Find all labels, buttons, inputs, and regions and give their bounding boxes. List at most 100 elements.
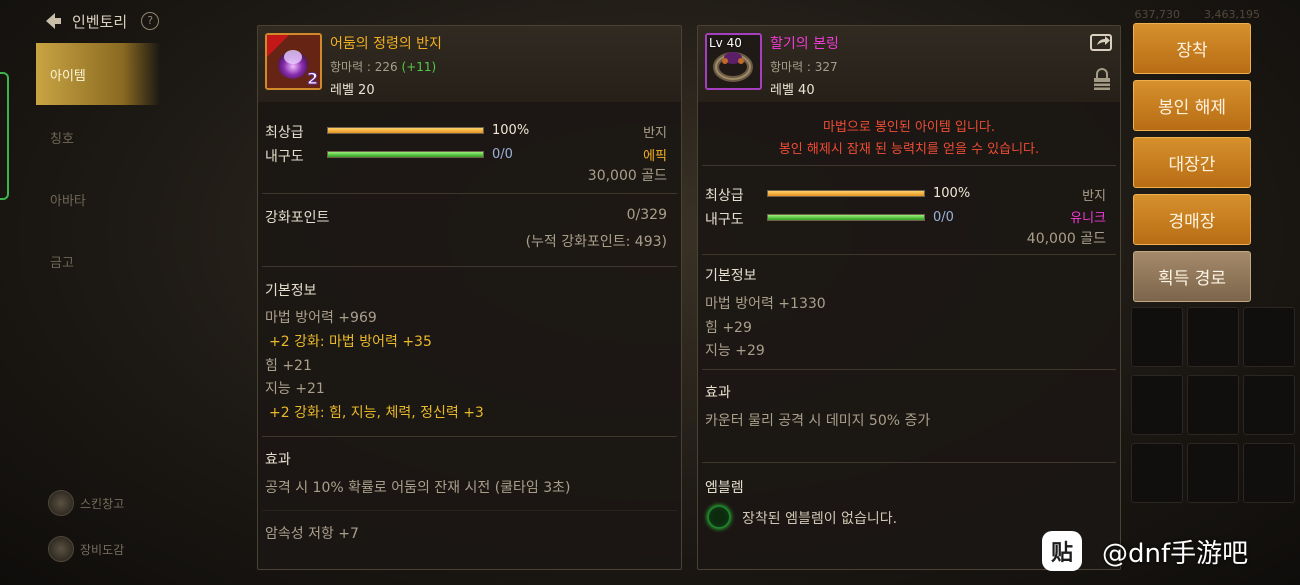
magic-resist-stat: 항마력 : 226 (+11): [330, 58, 436, 75]
item-rarity: 유니크: [1070, 211, 1106, 226]
basic-line: 힘 +29: [705, 320, 752, 336]
durability-bar: [327, 151, 484, 158]
durability-bar-fill: [768, 215, 924, 220]
back-arrow-icon[interactable]: [40, 9, 64, 33]
tab-titles[interactable]: 칭호: [36, 106, 160, 168]
tieba-logo-icon: 贴: [1042, 531, 1082, 571]
magic-resist-value: 항마력 : 226: [330, 60, 398, 74]
effect-title: 효과: [265, 452, 291, 468]
equipment-codex-icon: [48, 536, 74, 562]
inventory-slot[interactable]: [1131, 443, 1183, 503]
required-level: 레벨 20: [330, 83, 375, 98]
inventory-slot[interactable]: [1131, 307, 1183, 367]
enhance-value: 0/329: [626, 207, 667, 223]
emblem-empty-text: 장착된 엠블렘이 없습니다.: [742, 511, 898, 527]
inventory-slot[interactable]: [1187, 375, 1239, 435]
equipment-codex-label: 장비도감: [80, 542, 125, 557]
tab-avatar[interactable]: 아바타: [36, 168, 160, 230]
basic-line: 마법 방어력 +1330: [705, 296, 826, 312]
required-level: 레벨 40: [770, 83, 815, 98]
effect-text: 카운터 물리 공격 시 데미지 50% 증가: [705, 413, 931, 429]
grade-bar: [767, 190, 925, 197]
inventory-slot[interactable]: [1243, 375, 1295, 435]
basic-line: 마법 방어력 +969: [265, 310, 377, 326]
inventory-slot[interactable]: [1243, 443, 1295, 503]
skin-storage-icon: [48, 490, 74, 516]
enhance-label: 강화포인트: [265, 210, 330, 226]
grade-label: 최상급: [265, 125, 304, 141]
grade-label: 최상급: [705, 188, 744, 204]
durability-label: 내구도: [265, 149, 304, 165]
basic-line: 힘 +21: [265, 358, 312, 374]
compare-item-panel: 2 어둠의 정령의 반지 항마력 : 226 (+11) 레벨 20 최상급 1…: [257, 25, 682, 570]
divider: [702, 369, 1116, 370]
grade-bar-fill: [328, 128, 483, 133]
side-panel-handle[interactable]: [0, 72, 9, 200]
skin-storage-button[interactable]: 스킨창고: [48, 488, 124, 518]
inventory-topbar: 인벤토리 ?: [40, 6, 160, 36]
divider: [262, 436, 677, 437]
item-name: 어둠의 정령의 반지: [330, 36, 442, 52]
item-header: 2 어둠의 정령의 반지 항마력 : 226 (+11) 레벨 20: [258, 26, 681, 102]
emblem-slot-icon[interactable]: [707, 505, 731, 529]
basic-info-title: 기본정보: [265, 283, 317, 299]
item-header: Lv 40 할기의 본링 항마력 : 327 레벨 40: [698, 26, 1120, 102]
durability-label: 내구도: [705, 212, 744, 228]
selected-item-panel: Lv 40 할기의 본링 항마력 : 327 레벨 40 마법으로 봉인된 아이…: [697, 25, 1121, 570]
resist-text: 암속성 저항 +7: [265, 526, 359, 542]
durability-value: 0/0: [933, 210, 954, 225]
inventory-slot[interactable]: [1131, 375, 1183, 435]
unseal-button[interactable]: 봉인 해제: [1133, 80, 1251, 131]
tab-items[interactable]: 아이템: [36, 43, 160, 105]
enhance-total: (누적 강화포인트: 493): [525, 234, 667, 250]
durability-bar: [767, 214, 925, 221]
divider: [702, 165, 1116, 166]
divider: [702, 254, 1116, 255]
auction-house-button[interactable]: 경매장: [1133, 194, 1251, 245]
lock-icon[interactable]: [1092, 68, 1112, 92]
effect-text: 공격 시 10% 확률로 어둠의 잔재 시전 (쿨타임 3초): [265, 480, 571, 496]
durability-bar-fill: [328, 152, 483, 157]
divider: [262, 266, 677, 267]
divider: [262, 193, 677, 194]
acquisition-route-button[interactable]: 획득 경로: [1133, 251, 1251, 302]
equip-button[interactable]: 장착: [1133, 23, 1251, 74]
magic-resist-value: 항마력 : 327: [770, 60, 838, 74]
inventory-slot[interactable]: [1243, 307, 1295, 367]
item-name: 할기의 본링: [770, 36, 839, 52]
item-type: 반지: [643, 126, 667, 141]
grade-bar-fill: [768, 191, 924, 196]
item-rarity: 에픽: [643, 149, 667, 164]
grade-percent: 100%: [933, 186, 971, 201]
item-type: 반지: [1082, 189, 1106, 204]
effect-title: 효과: [705, 385, 731, 401]
ring-epic-icon: 2: [265, 33, 322, 90]
skin-storage-label: 스킨창고: [80, 496, 125, 511]
level-badge: Lv 40: [709, 36, 742, 50]
grade-bar: [327, 127, 484, 134]
magic-resist-bonus: (+11): [401, 60, 437, 74]
basic-info-title: 기본정보: [705, 268, 757, 284]
basic-line-enhance: +2 강화: 힘, 지능, 체력, 정신력 +3: [269, 405, 484, 421]
share-icon[interactable]: [1090, 33, 1112, 51]
item-price: 40,000 골드: [1026, 231, 1106, 247]
enhance-badge: 2: [307, 69, 318, 88]
tab-vault[interactable]: 금고: [36, 230, 160, 292]
sealed-notice-line1: 마법으로 봉인된 아이템 입니다.: [822, 120, 995, 135]
sealed-notice-line2: 봉인 해제시 잠재 된 능력치를 얻을 수 있습니다.: [778, 142, 1040, 157]
durability-value: 0/0: [492, 147, 513, 162]
inventory-slot[interactable]: [1187, 443, 1239, 503]
item-price: 30,000 골드: [587, 168, 667, 184]
watermark-text: @dnf手游吧: [1102, 539, 1249, 569]
inventory-slot[interactable]: [1187, 307, 1239, 367]
left-navigation: 인벤토리 ? 아이템 칭호 아바타 금고 스킨창고 장비도감: [0, 0, 255, 585]
help-icon[interactable]: ?: [141, 12, 160, 30]
basic-line: 지능 +21: [265, 381, 325, 397]
emblem-title: 엠블렘: [705, 480, 744, 496]
basic-line-enhance: +2 강화: 마법 방어력 +35: [269, 334, 432, 350]
blacksmith-button[interactable]: 대장간: [1133, 137, 1251, 188]
inventory-title: 인벤토리: [72, 12, 128, 31]
basic-line: 지능 +29: [705, 343, 765, 359]
equipment-codex-button[interactable]: 장비도감: [48, 534, 124, 564]
divider: [702, 462, 1116, 463]
